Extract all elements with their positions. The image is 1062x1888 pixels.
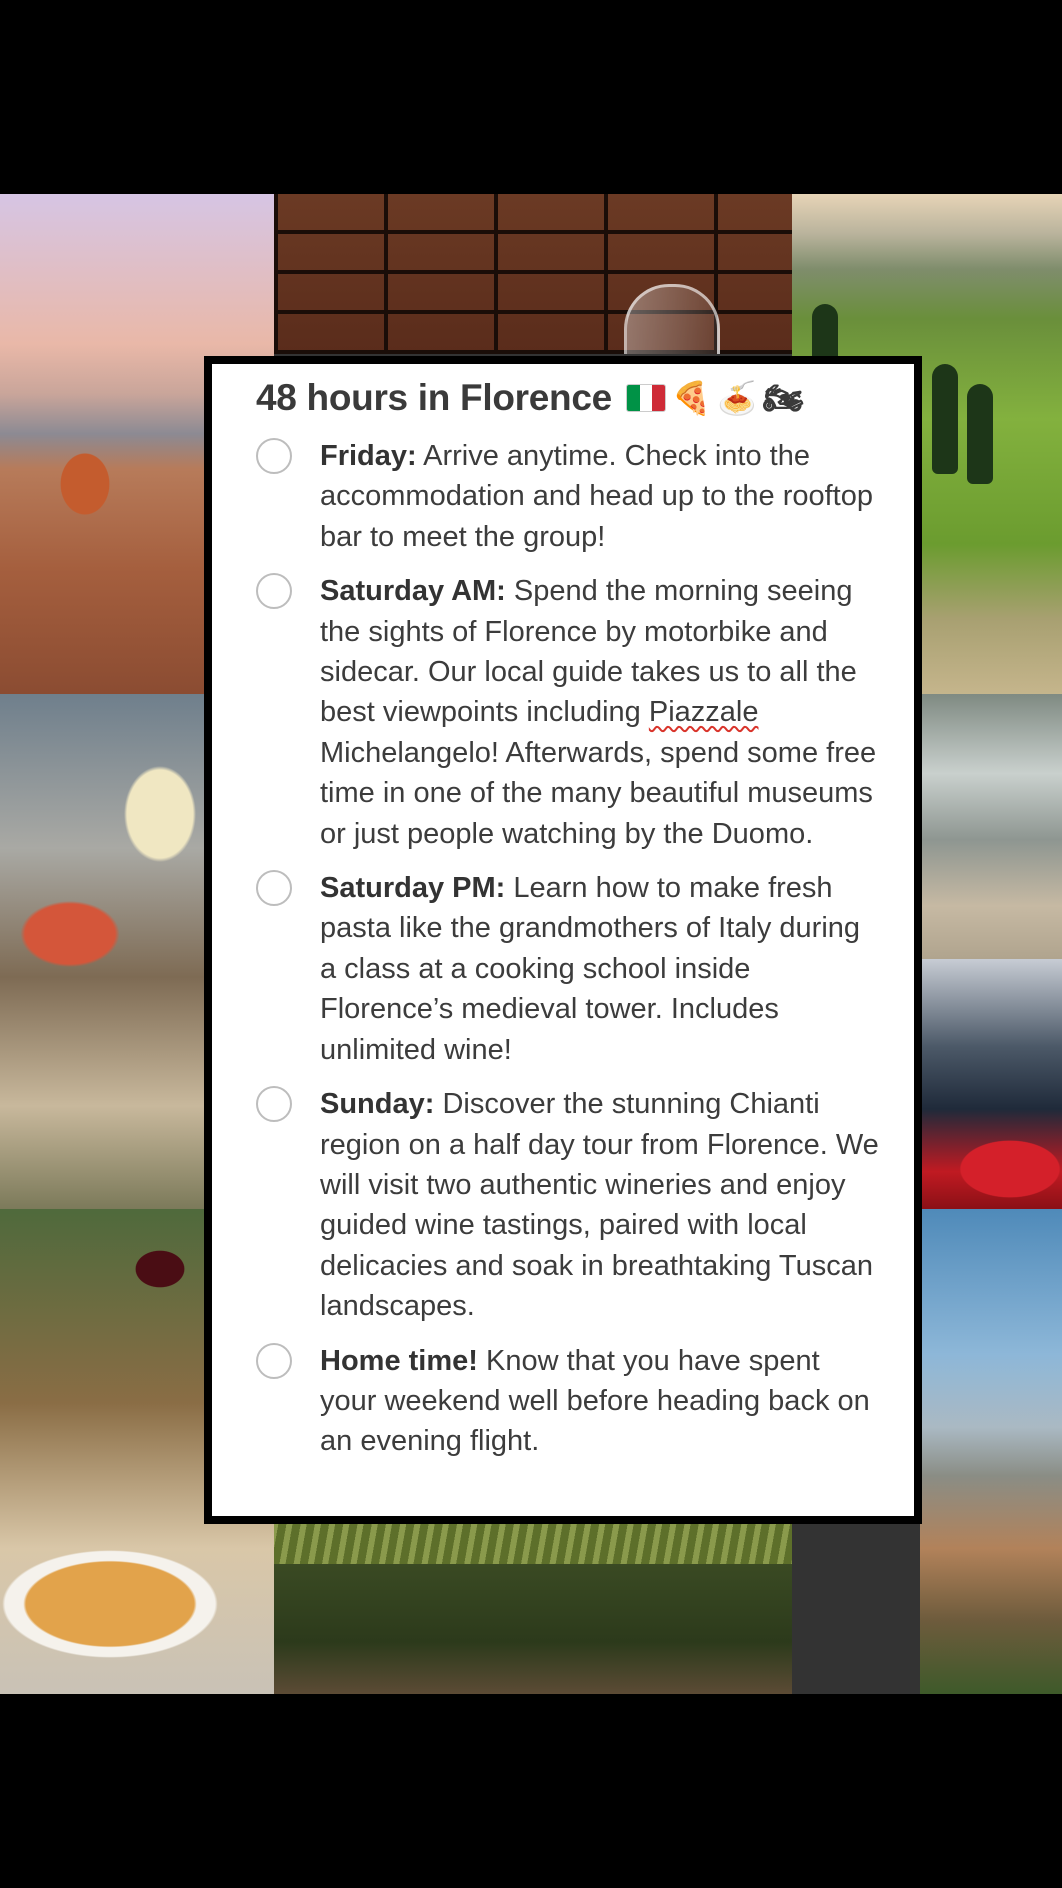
checkbox-saturday-am[interactable] — [256, 573, 292, 610]
card-title-text: 48 hours in Florence — [256, 377, 612, 418]
checkbox-sunday[interactable] — [256, 1086, 292, 1123]
item-text: Sunday: Discover the stunning Chianti re… — [320, 1084, 884, 1326]
item-label: Saturday PM: — [320, 872, 506, 905]
checklist-item-sunday: Sunday: Discover the stunning Chianti re… — [256, 1084, 884, 1326]
cypress-tree-image — [932, 364, 958, 474]
red-motorbike-photo — [920, 959, 1062, 1209]
card-title: 48 hours in Florence 🍕 🍝 🏍 — [256, 372, 884, 424]
item-text: Home time! Know that you have spent your… — [320, 1341, 884, 1462]
checkbox-home-time[interactable] — [256, 1342, 292, 1379]
spaghetti-icon: 🍝 — [717, 380, 757, 416]
vineyard-photo — [274, 1514, 792, 1694]
checklist-item-friday: Friday: Arrive anytime. Check into the a… — [256, 436, 884, 557]
vineyard-trees-image — [274, 1564, 792, 1694]
checklist-item-saturday-am: Saturday AM: Spend the morning seeing th… — [256, 571, 884, 854]
cypress-tree-image — [967, 384, 993, 484]
brick-wall-wine-photo — [274, 194, 792, 354]
motorcycle-icon: 🏍 — [762, 380, 804, 416]
misspelled-word[interactable]: Piazzale — [649, 696, 759, 728]
wine-and-salad-photo — [0, 694, 210, 1209]
item-text: Saturday AM: Spend the morning seeing th… — [320, 571, 884, 854]
item-label: Friday: — [320, 440, 417, 472]
item-text: Friday: Arrive anytime. Check into the a… — [320, 436, 884, 557]
title-emoji-group: 🍕 🍝 🏍 — [625, 380, 804, 416]
tuscan-town-photo — [920, 1209, 1062, 1694]
fountain-photo — [920, 694, 1062, 959]
pizza-icon: 🍕 — [671, 380, 712, 416]
item-label: Saturday AM: — [320, 575, 506, 608]
checklist-item-saturday-pm: Saturday PM: Learn how to make fresh pas… — [256, 868, 884, 1070]
item-label: Sunday: — [320, 1088, 435, 1121]
item-description: Discover the stunning Chianti region on … — [320, 1088, 879, 1323]
checklist-item-home-time: Home time! Know that you have spent your… — [256, 1341, 884, 1462]
item-label: Home time! — [320, 1344, 478, 1377]
cypress-tree-image — [812, 304, 838, 364]
checkbox-friday[interactable] — [256, 438, 292, 474]
checkbox-saturday-pm[interactable] — [256, 870, 292, 907]
italy-flag-icon — [625, 384, 666, 412]
itinerary-checklist: Friday: Arrive anytime. Check into the a… — [256, 436, 884, 1462]
item-description-cont: Michelangelo! Afterwards, spend some fre… — [320, 736, 877, 850]
itinerary-card: 48 hours in Florence 🍕 🍝 🏍 Friday: Arriv… — [204, 356, 922, 1524]
item-text: Saturday PM: Learn how to make fresh pas… — [320, 868, 884, 1070]
wine-glass-image — [624, 284, 720, 354]
